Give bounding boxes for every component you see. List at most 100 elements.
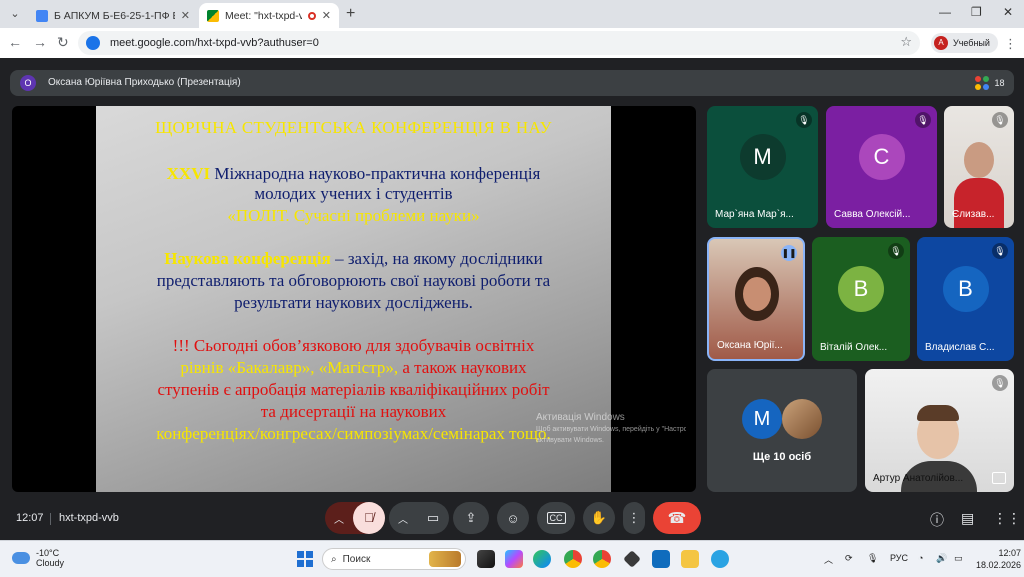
leave-call-button[interactable]: ☎ bbox=[653, 502, 701, 534]
start-button-icon[interactable] bbox=[297, 551, 313, 567]
site-info-icon[interactable] bbox=[86, 36, 100, 50]
present-button[interactable]: ⇪ bbox=[453, 502, 489, 534]
more-participants-tile[interactable]: М Артур Анатолійов... Ще 10 осіб bbox=[707, 369, 857, 492]
slide-note-line3: ступенів є апробація матеріалів кваліфік… bbox=[157, 380, 550, 399]
chrome-profile-icon[interactable] bbox=[593, 550, 611, 568]
pin-tile-icon[interactable] bbox=[992, 472, 1006, 484]
presenter-avatar: O bbox=[20, 75, 36, 91]
profile-name: Учебный bbox=[953, 38, 990, 48]
muted-mic-icon: 🎙 bbox=[992, 375, 1008, 391]
profile-button[interactable]: A Учебный bbox=[931, 33, 998, 53]
search-placeholder: Поиск bbox=[342, 553, 371, 565]
app-icon[interactable] bbox=[623, 550, 641, 568]
weather-widget[interactable]: -10°C Cloudy bbox=[12, 548, 64, 568]
more-vert-icon: ⋮ bbox=[627, 510, 641, 525]
file-explorer-icon[interactable] bbox=[681, 550, 699, 568]
taskbar-clock[interactable]: 12:07 18.02.2026 bbox=[976, 547, 1021, 571]
chat-icon[interactable]: ▤ bbox=[961, 510, 974, 527]
browser-menu-icon[interactable]: ⋮ bbox=[1004, 36, 1017, 52]
new-tab-button[interactable]: + bbox=[346, 5, 355, 23]
participant-avatar: С bbox=[858, 134, 905, 180]
close-tab-icon[interactable]: ✕ bbox=[181, 9, 190, 22]
camera-options-chevron-icon[interactable]: ︿ bbox=[389, 511, 417, 526]
close-window-button[interactable]: ✕ bbox=[1003, 5, 1013, 19]
raise-hand-button[interactable]: ✋ bbox=[583, 502, 615, 534]
copilot-icon[interactable] bbox=[505, 550, 523, 568]
slide-note-line5: конференціях/конгресах/симпозіумах/семін… bbox=[156, 424, 551, 443]
minimize-button[interactable]: — bbox=[939, 5, 951, 19]
mic-options-chevron-icon[interactable]: ︿ bbox=[325, 511, 353, 526]
drive-favicon-icon bbox=[36, 9, 48, 22]
taskbar-search[interactable]: ⌕ Поиск bbox=[322, 548, 466, 570]
participant-photo-avatar bbox=[782, 399, 822, 439]
slide-conf-line1: XXVI Міжнародна науково-практична конфер… bbox=[96, 164, 611, 183]
participant-name: Савва Олексій... bbox=[834, 209, 911, 220]
tab-apkum[interactable]: Б АПКУМ Б-Е6-25-1-ПФ Б-G11 ✕ bbox=[28, 3, 198, 28]
tray-mic-icon[interactable]: 🎙 bbox=[867, 553, 878, 564]
camera-video-face bbox=[743, 277, 771, 311]
slide-def-line1: Наукова конференція – захід, на якому до… bbox=[96, 249, 611, 268]
participant-avatar: М bbox=[739, 134, 786, 180]
tab-title: Meet: "hxt-txpd-vvb" bbox=[225, 9, 302, 22]
address-bar[interactable]: meet.google.com/hxt-txpd-vvb?authuser=0 … bbox=[78, 31, 920, 55]
captions-button[interactable]: CC bbox=[537, 502, 575, 534]
forward-button[interactable]: → bbox=[33, 34, 47, 50]
slide-note-line2: рівнів «Бакалавр», «Магістр», а також на… bbox=[96, 358, 611, 377]
close-tab-icon[interactable]: ✕ bbox=[322, 9, 331, 22]
participants-button[interactable]: 18 bbox=[970, 71, 1010, 95]
participant-tile[interactable]: 🎙 С Савва Олексій... bbox=[826, 106, 937, 228]
participant-tile[interactable]: 🎙 М Мар`яна Мар`я... bbox=[707, 106, 818, 228]
participant-name: Мар`яна Мар`я... bbox=[715, 209, 794, 220]
restore-button[interactable]: ❐ bbox=[971, 5, 982, 19]
presentation-stage: ЩОРІЧНА СТУДЕНТСЬКА КОНФЕРЕНЦІЯ В НАУ XX… bbox=[12, 106, 696, 492]
slide-conf-line3: «ПОЛІТ. Сучасні проблеми науки» bbox=[227, 206, 480, 225]
participant-tile-video[interactable]: 🎙 Єлизав... bbox=[944, 106, 1014, 228]
participant-name: Оксана Юрії... bbox=[717, 340, 783, 351]
volume-icon[interactable]: 🔊 bbox=[936, 553, 947, 564]
keyboard-language[interactable]: РУС bbox=[890, 553, 908, 563]
participant-tile[interactable]: 🎙 В Віталій Олек... bbox=[812, 237, 910, 361]
muted-mic-icon: 🎙 bbox=[992, 112, 1008, 128]
tray-app-icon[interactable]: ⟳ bbox=[845, 553, 853, 564]
bookmark-star-icon[interactable]: ☆ bbox=[900, 34, 912, 50]
more-participants-label: Ще 10 осіб bbox=[752, 451, 812, 463]
camera-video-face bbox=[964, 142, 994, 178]
tab-strip: ⌄ Б АПКУМ Б-Е6-25-1-ПФ Б-G11 ✕ Meet: "hx… bbox=[0, 0, 1024, 28]
tab-title: Б АПКУМ Б-Е6-25-1-ПФ Б-G11 bbox=[54, 9, 175, 22]
cloud-icon bbox=[12, 552, 30, 564]
camera-video-hair bbox=[917, 405, 959, 421]
meeting-info-icon[interactable]: ⓘ bbox=[930, 510, 944, 530]
tab-meet[interactable]: Meet: "hxt-txpd-vvb" ✕ bbox=[199, 3, 339, 28]
meet-area: O Оксана Юріївна Приходько (Презентація)… bbox=[0, 58, 1024, 540]
wifi-icon[interactable]: ◔ bbox=[918, 553, 923, 563]
tab-search-icon[interactable]: ⌄ bbox=[6, 5, 24, 23]
task-view-icon[interactable] bbox=[477, 550, 495, 568]
more-options-button[interactable]: ⋮ bbox=[623, 502, 645, 534]
presenter-label: Оксана Юріївна Приходько (Презентація) bbox=[48, 77, 241, 88]
outlook-icon[interactable] bbox=[652, 550, 670, 568]
hand-icon: ✋ bbox=[590, 510, 608, 525]
telegram-icon[interactable] bbox=[711, 550, 729, 568]
participant-tile-video[interactable]: 🎙 Артур Анатолійов... bbox=[865, 369, 1014, 492]
camera-icon[interactable]: ▭ bbox=[417, 502, 449, 534]
edge-icon[interactable] bbox=[533, 550, 551, 568]
back-button[interactable]: ← bbox=[8, 34, 22, 50]
profile-avatar: A bbox=[934, 36, 948, 50]
reactions-button[interactable]: ☺ bbox=[497, 502, 529, 534]
meeting-code: hxt-txpd-vvb bbox=[59, 512, 119, 524]
slide-note-levels: рівнів «Бакалавр», «Магістр», bbox=[180, 358, 399, 377]
muted-mic-icon: 🎙 bbox=[888, 243, 904, 259]
present-screen-icon: ⇪ bbox=[465, 510, 477, 525]
participant-tile-active-speaker[interactable]: ❚❚ Оксана Юрії... bbox=[707, 237, 805, 361]
microphone-control[interactable]: ︿ 🎙̸ bbox=[325, 502, 385, 534]
battery-icon[interactable]: ▭ bbox=[954, 553, 963, 564]
chrome-icon[interactable] bbox=[564, 550, 582, 568]
participant-name: Віталій Олек... bbox=[820, 342, 888, 353]
participant-tile[interactable]: 🎙 В Владислав С... bbox=[917, 237, 1014, 361]
tray-chevron-icon[interactable]: ︿ bbox=[824, 553, 833, 566]
activities-icon[interactable]: ⋮⋮ bbox=[993, 510, 1021, 527]
taskbar-time: 12:07 bbox=[998, 548, 1022, 558]
reload-button[interactable]: ↻ bbox=[57, 34, 69, 51]
camera-control[interactable]: ︿ ▭ bbox=[389, 502, 449, 534]
mic-off-icon[interactable]: 🎙̸ bbox=[353, 502, 385, 534]
